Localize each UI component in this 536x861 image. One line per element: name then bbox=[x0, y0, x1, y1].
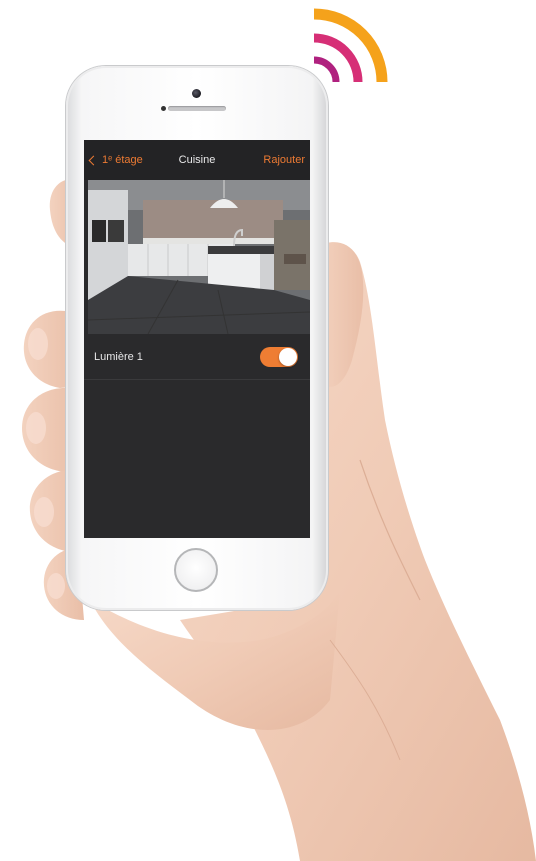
device-row-light-1: Lumière 1 bbox=[84, 334, 310, 380]
earpiece-speaker bbox=[168, 106, 226, 111]
navigation-bar: 1ᵉ étage Cuisine Rajouter bbox=[84, 140, 310, 180]
light-toggle-switch[interactable] bbox=[260, 347, 298, 367]
app-screen: 1ᵉ étage Cuisine Rajouter Lumière 1 bbox=[84, 140, 310, 538]
smartphone: 1ᵉ étage Cuisine Rajouter Lumière 1 bbox=[66, 66, 328, 610]
toggle-knob bbox=[279, 348, 297, 366]
kitchen-photo[interactable] bbox=[88, 180, 310, 334]
front-camera bbox=[192, 89, 201, 98]
add-button[interactable]: Rajouter bbox=[263, 154, 305, 166]
home-button[interactable] bbox=[174, 548, 218, 592]
device-label: Lumière 1 bbox=[94, 351, 143, 363]
stage: 1ᵉ étage Cuisine Rajouter Lumière 1 bbox=[0, 0, 536, 861]
proximity-sensor bbox=[161, 106, 166, 111]
